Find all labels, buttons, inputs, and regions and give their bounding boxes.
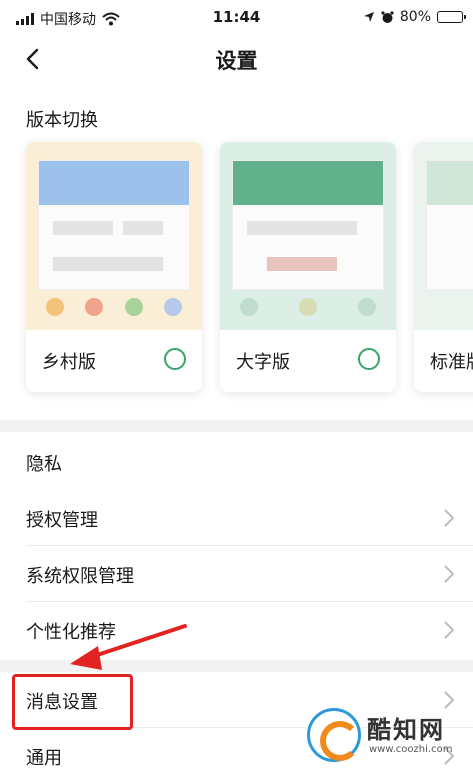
location-icon [363,12,374,22]
menu-item-authorization[interactable]: 授权管理 [26,490,473,546]
radio-button[interactable] [164,348,186,370]
version-thumbnail [26,142,202,330]
alarm-icon [381,10,394,23]
watermark-url: www.coozhi.com [369,744,453,755]
menu-item-label: 通用 [26,748,62,769]
menu-item-label: 授权管理 [26,510,98,531]
battery-percent: 80% [399,9,431,25]
version-option-label: 乡村版 [42,352,96,373]
version-option-label: 标准版 [430,352,473,373]
watermark-name: 酷知网 [367,716,445,744]
menu-item-personalized-recommendation[interactable]: 个性化推荐 [26,602,473,658]
status-bar: 中国移动 11:44 80% [0,0,473,36]
section-divider [0,660,473,672]
version-switch-heading: 版本切换 [26,110,98,131]
version-option-standard[interactable]: 标准版 [414,142,473,392]
menu-item-system-permissions[interactable]: 系统权限管理 [26,546,473,602]
battery-icon [437,11,466,23]
nav-bar: 设置 [0,36,473,86]
version-switch-section: 版本切换 乡村版 大字版 标准版 [0,86,473,420]
page-title: 设置 [215,49,258,73]
menu-item-label: 系统权限管理 [26,566,134,587]
version-option-large-text[interactable]: 大字版 [220,142,396,392]
version-option-label: 大字版 [236,352,290,373]
chevron-right-icon [444,565,455,583]
chevron-right-icon [444,621,455,639]
radio-button[interactable] [358,348,380,370]
chevron-right-icon [444,509,455,527]
menu-item-label: 个性化推荐 [26,622,116,643]
version-thumbnail [414,142,473,330]
privacy-heading: 隐私 [26,454,62,475]
menu-item-label: 消息设置 [26,692,98,713]
status-right: 80% [363,9,466,25]
watermark-logo: 酷知网 www.coozhi.com [307,704,467,766]
watermark-emblem [307,708,361,762]
version-option-village[interactable]: 乡村版 [26,142,202,392]
version-thumbnail [220,142,396,330]
